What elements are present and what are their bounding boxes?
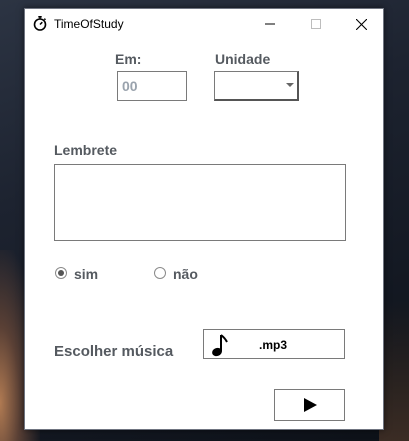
em-value: 00 (122, 78, 138, 94)
minimize-button[interactable] (247, 9, 293, 39)
radio-sim[interactable] (55, 267, 67, 279)
radio-nao-label[interactable]: não (173, 266, 198, 282)
lembrete-textarea[interactable] (54, 164, 346, 241)
maximize-button[interactable] (293, 9, 339, 39)
escolher-musica-label: Escolher música (54, 343, 174, 360)
title-bar[interactable]: TimeOfStudy (25, 9, 383, 39)
play-icon (303, 398, 317, 412)
maximize-icon (311, 19, 321, 29)
em-input[interactable]: 00 (117, 71, 187, 101)
choose-music-button[interactable]: .mp3 (203, 329, 345, 359)
music-extension: .mp3 (259, 338, 288, 352)
stopwatch-icon (33, 16, 47, 31)
app-window: TimeOfStudy Em: 00 Unidade Lembrete sim … (24, 8, 384, 430)
radio-nao[interactable] (154, 267, 166, 279)
unidade-label: Unidade (215, 51, 271, 67)
radio-sim-label[interactable]: sim (74, 266, 98, 282)
lembrete-label: Lembrete (54, 142, 118, 158)
close-button[interactable] (338, 9, 384, 39)
unidade-select[interactable] (214, 71, 299, 101)
app-title: TimeOfStudy (54, 17, 124, 31)
music-note-icon (212, 334, 228, 357)
chevron-down-icon (286, 83, 294, 87)
close-icon (355, 18, 367, 30)
radio-selected-dot (58, 270, 64, 276)
play-button[interactable] (274, 389, 345, 421)
em-label: Em: (115, 51, 142, 67)
minimize-icon (265, 23, 275, 25)
